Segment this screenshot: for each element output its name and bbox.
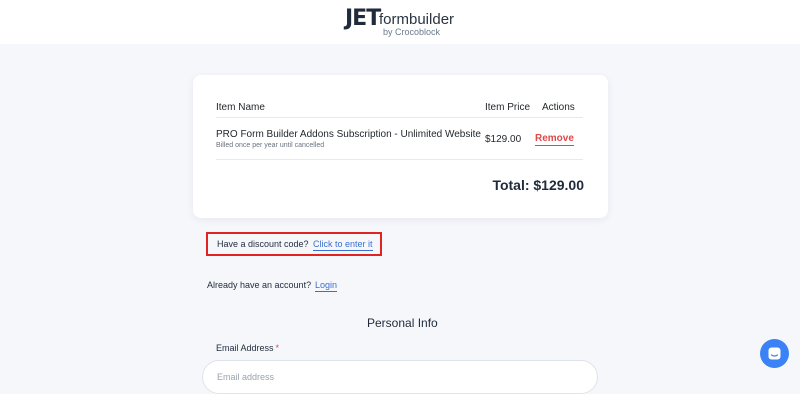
email-label-text: Email Address [216, 343, 274, 353]
chat-icon [768, 347, 781, 360]
row-divider [216, 159, 583, 160]
enter-discount-link[interactable]: Click to enter it [313, 239, 373, 251]
personal-info-title: Personal Info [367, 316, 438, 330]
column-header-item-price: Item Price [485, 102, 531, 113]
column-header-item-name: Item Name [216, 102, 265, 113]
logo-secondary: formbuilder [379, 11, 455, 28]
email-field-label: Email Address * [216, 343, 279, 353]
item-billing-note: Billed once per year until cancelled [216, 142, 325, 149]
chat-launcher-button[interactable] [760, 339, 789, 368]
cart-summary-card: Item Name Item Price Actions PRO Form Bu… [193, 75, 608, 218]
email-field[interactable] [202, 360, 598, 394]
account-prompt: Already have an account? [207, 280, 312, 290]
cart-total: Total: $129.00 [492, 177, 584, 193]
discount-prompt: Have a discount code? [217, 239, 309, 249]
login-link[interactable]: Login [315, 280, 338, 292]
header-divider [216, 117, 583, 118]
item-title: PRO Form Builder Addons Subscription - U… [216, 129, 481, 140]
discount-highlight-box: Have a discount code? Click to enter it [206, 232, 382, 256]
site-header: JET formbuilder by Crocoblock [0, 0, 800, 44]
required-marker: * [275, 343, 280, 353]
logo-byline: by Crocoblock [383, 27, 441, 37]
remove-item-button[interactable]: Remove [535, 133, 574, 146]
item-price: $129.00 [485, 134, 522, 145]
column-header-actions: Actions [542, 102, 575, 113]
jetformbuilder-logo[interactable]: JET formbuilder by Crocoblock [345, 6, 465, 40]
logo-primary: JET [345, 6, 381, 31]
